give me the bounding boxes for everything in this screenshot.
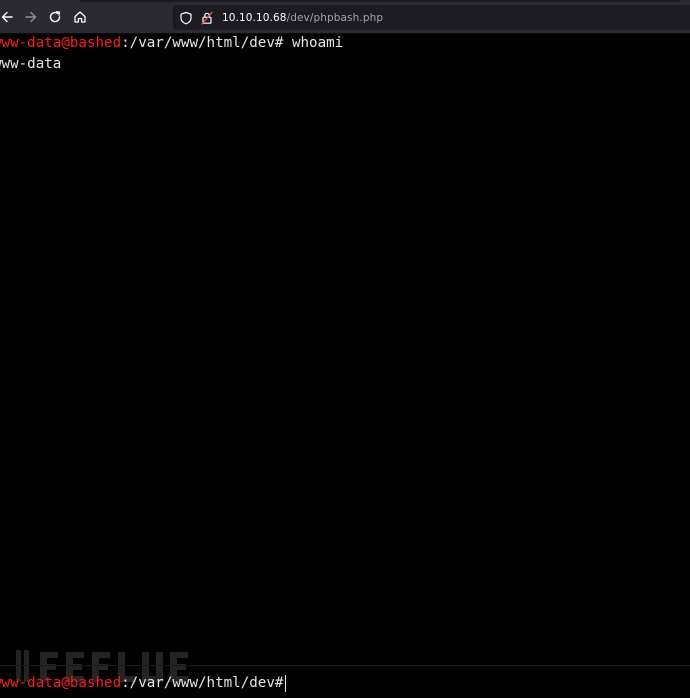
home-icon bbox=[74, 11, 86, 23]
arrow-right-icon bbox=[25, 11, 37, 23]
home-button[interactable] bbox=[69, 6, 91, 28]
url-text[interactable]: 10.10.10.68/dev/phpbash.php bbox=[222, 12, 383, 24]
prompt-user-host: www-data@bashed bbox=[0, 35, 122, 51]
text-cursor bbox=[285, 674, 287, 692]
back-button[interactable] bbox=[0, 6, 18, 28]
input-prompt-user-host: www-data@bashed bbox=[0, 675, 122, 691]
reload-button[interactable] bbox=[44, 6, 66, 28]
address-bar[interactable]: 10.10.10.68/dev/phpbash.php bbox=[173, 5, 690, 30]
input-prompt-path: :/var/www/html/dev# bbox=[121, 675, 284, 691]
input-divider bbox=[0, 665, 690, 666]
history-command: whoami bbox=[283, 35, 344, 51]
command-output: www-data bbox=[0, 56, 62, 72]
prompt-path: :/var/www/html/dev# bbox=[121, 35, 284, 51]
browser-window: 10.10.10.68/dev/phpbash.php www-data@bas… bbox=[0, 0, 690, 698]
phpbash-terminal[interactable]: www-data@bashed:/var/www/html/dev# whoam… bbox=[0, 35, 690, 698]
forward-button[interactable] bbox=[20, 6, 42, 28]
url-host: 10.10.10.68 bbox=[222, 11, 287, 24]
url-path: /dev/phpbash.php bbox=[286, 11, 384, 24]
tab-strip-edge bbox=[80, 0, 680, 2]
history-line: www-data@bashed:/var/www/html/dev# whoam… bbox=[0, 33, 343, 53]
reload-icon bbox=[49, 11, 61, 23]
arrow-left-icon bbox=[1, 11, 13, 23]
tracking-shield-icon[interactable] bbox=[179, 11, 193, 25]
browser-toolbar: 10.10.10.68/dev/phpbash.php bbox=[0, 0, 690, 34]
command-input-row[interactable]: www-data@bashed:/var/www/html/dev# bbox=[0, 673, 287, 693]
insecure-lock-icon[interactable] bbox=[200, 11, 214, 25]
